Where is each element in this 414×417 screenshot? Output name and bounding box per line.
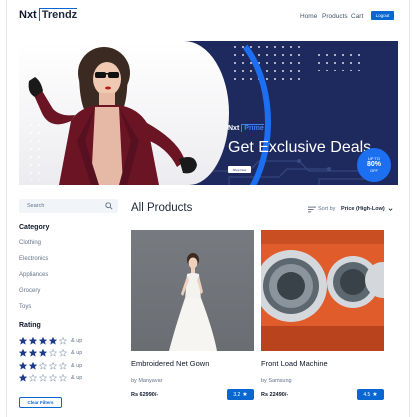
offer-badge: UP TO 80% OFF: [357, 148, 391, 182]
product-price: Rs 22490/-: [261, 392, 289, 398]
nav-link-home[interactable]: Home: [300, 13, 317, 20]
product-title[interactable]: Front Load Machine: [261, 359, 328, 368]
banner-heading: Get Exclusive Deals: [228, 139, 372, 156]
star-empty-icon: [49, 348, 57, 357]
rating-heading: Rating: [19, 322, 41, 329]
decorative-dots: [27, 121, 43, 181]
offer-off: OFF: [370, 168, 378, 173]
app-window: Nxt Trendz Home Products Cart Logout Nxt…: [6, 0, 410, 417]
navbar: Nxt Trendz Home Products Cart Logout: [7, 0, 409, 30]
clear-filters-button[interactable]: Clear Filters: [19, 397, 62, 408]
nav-link-products[interactable]: Products: [322, 13, 348, 20]
product-brand: by Samsung: [261, 378, 292, 384]
rating-filter-1[interactable]: & up: [19, 373, 82, 382]
category-heading: Category: [19, 224, 50, 231]
rating-and-up-label: & up: [71, 337, 83, 344]
product-title[interactable]: Embroidered Net Gown: [131, 359, 209, 368]
shop-now-button[interactable]: Shop Now: [228, 166, 251, 173]
nav-link-cart[interactable]: Cart: [351, 13, 363, 20]
rating-and-up-label: & up: [71, 362, 83, 369]
category-item-electronics[interactable]: Electronics: [19, 256, 48, 262]
star-filled-icon: [39, 348, 47, 357]
product-brand: by Manyavar: [131, 378, 163, 384]
star-filled-icon: [39, 336, 47, 345]
prime-logo-nxt: Nxt: [228, 125, 240, 132]
bride-in-gown-image: [169, 253, 217, 351]
all-products-heading: All Products: [131, 202, 193, 214]
product-rating-badge: 3.2 ★: [227, 389, 254, 400]
sort-by-select[interactable]: Price (High-Low): [341, 206, 385, 212]
search-icon[interactable]: [105, 202, 113, 210]
logout-button[interactable]: Logout: [371, 11, 394, 20]
category-item-grocery[interactable]: Grocery: [19, 288, 40, 294]
rating-filter-3[interactable]: & up: [19, 348, 82, 357]
star-empty-icon: [29, 373, 37, 382]
rating-filter-2[interactable]: & up: [19, 361, 82, 370]
washing-machines-image: [261, 230, 384, 351]
star-filled-icon: [29, 336, 37, 345]
product-rating-value: 4.5: [363, 391, 371, 398]
star-empty-icon: [59, 373, 67, 382]
rating-and-up-label: & up: [71, 374, 83, 381]
website-logo[interactable]: Nxt Trendz: [19, 8, 78, 21]
search-placeholder: Search: [27, 203, 45, 209]
star-icon: ★: [242, 392, 248, 398]
star-empty-icon: [49, 373, 57, 382]
star-filled-icon: [29, 361, 37, 370]
sort-icon: [308, 206, 316, 213]
star-icon: ★: [372, 392, 378, 398]
product-rating-value: 3.2: [233, 391, 241, 398]
search-input[interactable]: Search: [19, 199, 118, 213]
logo-text-trendz: Trendz: [38, 8, 78, 21]
sort-by-label: Sort by: [318, 206, 336, 212]
star-empty-icon: [59, 361, 67, 370]
product-price: Rs 62990/-: [131, 392, 159, 398]
product-image-gown[interactable]: [131, 230, 254, 351]
star-filled-icon: [19, 336, 27, 345]
prime-deals-banner: Nxt Prime Get Exclusive Deals Shop Now: [19, 41, 398, 185]
star-empty-icon: [39, 361, 47, 370]
star-empty-icon: [59, 348, 67, 357]
star-filled-icon: [19, 373, 27, 382]
product-rating-badge: 4.5 ★: [357, 389, 384, 400]
category-item-clothing[interactable]: Clothing: [19, 240, 41, 246]
prime-logo-prime: Prime: [241, 124, 264, 132]
star-empty-icon: [59, 336, 67, 345]
rating-and-up-label: & up: [71, 349, 83, 356]
chevron-down-icon[interactable]: [388, 207, 393, 212]
star-filled-icon: [19, 348, 27, 357]
category-item-toys[interactable]: Toys: [19, 304, 31, 310]
star-filled-icon: [49, 336, 57, 345]
nxt-prime-logo: Nxt Prime: [228, 124, 264, 132]
star-filled-icon: [19, 361, 27, 370]
product-image-washer[interactable]: [261, 230, 384, 351]
star-empty-icon: [49, 361, 57, 370]
logo-text-nxt: Nxt: [19, 9, 37, 21]
decorative-dots: [315, 51, 365, 71]
category-item-appliances[interactable]: Appliances: [19, 272, 48, 278]
star-filled-icon: [29, 348, 37, 357]
decorative-arc: [139, 41, 271, 185]
star-empty-icon: [39, 373, 47, 382]
rating-filter-4[interactable]: & up: [19, 336, 82, 345]
